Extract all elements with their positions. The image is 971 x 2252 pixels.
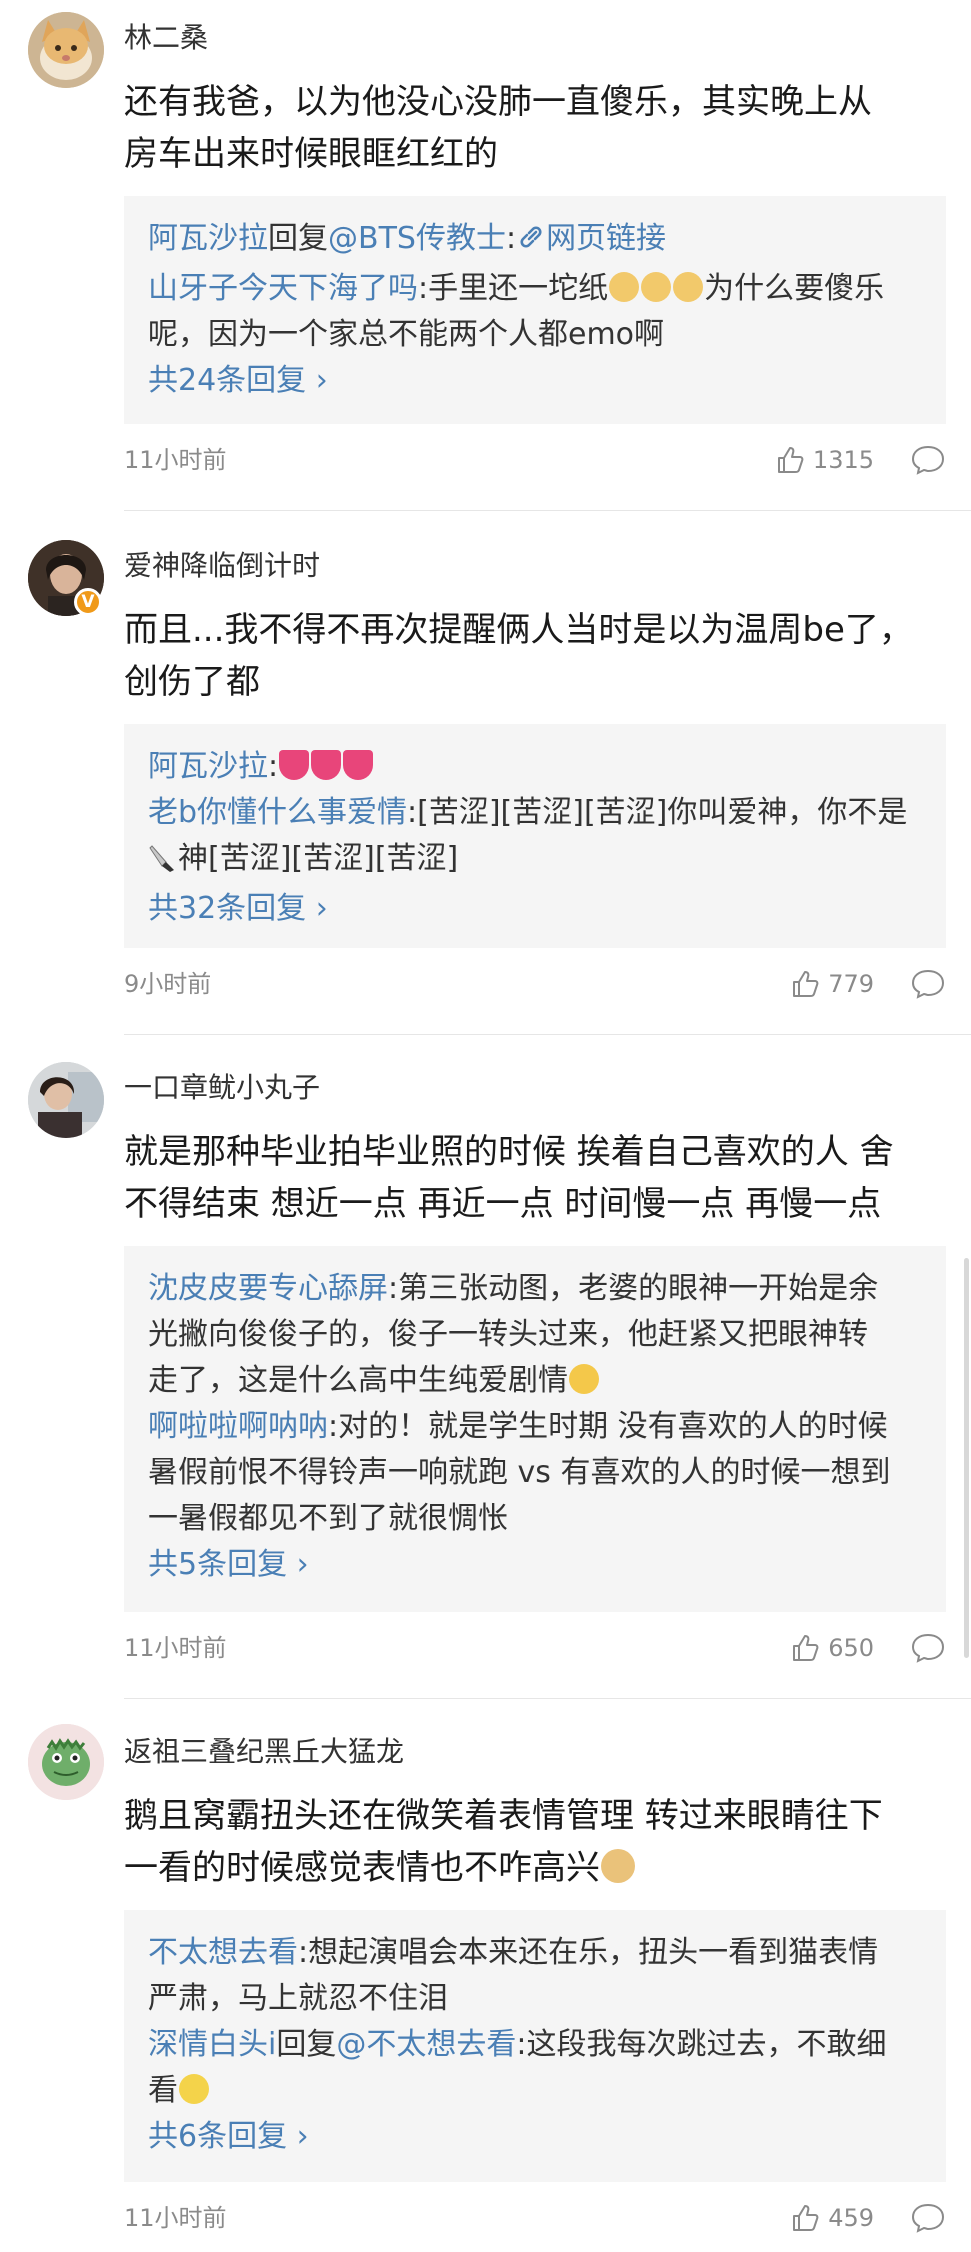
reply-item: 沈皮皮要专心舔屏:第三张动图，老婆的眼神一开始是余 — [148, 1271, 879, 1306]
reply-item-continued: 神[苦涩][苦涩][苦涩] — [148, 836, 922, 886]
reply-preview-box[interactable]: 阿瓦沙拉回复@BTS传教士: 网页链接 山牙子今天下海了吗:手里还一坨纸 为什么要… — [124, 196, 946, 424]
reply-item: 阿瓦沙拉回复@BTS传教士: 网页链接 — [148, 216, 922, 266]
like-button[interactable]: 779 — [790, 964, 874, 1004]
mention-link[interactable]: @BTS传教士 — [328, 221, 506, 256]
username[interactable]: 爱神降临倒计时 — [124, 548, 320, 584]
scrollbar[interactable] — [964, 1258, 969, 1658]
like-count: 650 — [828, 1634, 874, 1662]
comment-bubble-icon[interactable] — [910, 444, 946, 476]
reply-author[interactable]: 啊啦啦啊呐呐 — [148, 1409, 328, 1444]
broken-heart-icon — [279, 750, 310, 780]
reply-author[interactable]: 阿瓦沙拉 — [148, 221, 268, 256]
knife-icon — [148, 840, 178, 886]
dog-emoji-icon — [641, 272, 672, 302]
reply-preview-box[interactable]: 沈皮皮要专心舔屏:第三张动图，老婆的眼神一开始是余 光撇向俊俊子的，俊子一转头过… — [124, 1246, 946, 1612]
comment-bubble-icon[interactable] — [910, 1632, 946, 1664]
sad-face-icon — [179, 2074, 209, 2104]
comment-meta: 9小时前 779 — [124, 964, 946, 1004]
comment-meta: 11小时前 650 — [124, 1628, 946, 1668]
thumbs-up-icon — [793, 2205, 819, 2231]
doge-emoji-icon — [601, 1849, 635, 1883]
thumbs-up-icon — [777, 447, 804, 473]
reply-item: 深情白头i回复@不太想去看:这段我每次跳过去，不敢细 — [148, 2027, 887, 2062]
timestamp: 11小时前 — [124, 1634, 227, 1662]
avatar[interactable] — [28, 12, 104, 88]
username[interactable]: 一口章鱿小丸子 — [124, 1070, 320, 1106]
reply-item: 老b你懂什么事爱情:[苦涩][苦涩][苦涩]你叫爱神，你不是 — [148, 795, 908, 830]
reply-author[interactable]: 深情白头i — [148, 2027, 276, 2062]
verified-badge: V — [74, 588, 102, 616]
crying-face-icon — [569, 1364, 599, 1394]
reply-item-continued: 走了，这是什么高中生纯爱剧情 — [148, 1358, 922, 1404]
username[interactable]: 返祖三叠纪黑丘大猛龙 — [124, 1734, 404, 1770]
more-replies-link[interactable]: 共5条回复 › — [148, 1542, 922, 1588]
link-icon[interactable] — [516, 220, 546, 266]
broken-heart-icon — [311, 750, 342, 780]
reply-item: 阿瓦沙拉: — [148, 744, 922, 790]
like-count: 779 — [828, 970, 874, 998]
dog-emoji-icon — [609, 272, 640, 302]
comment-bubble-icon[interactable] — [910, 2202, 946, 2234]
dog-emoji-icon — [673, 272, 704, 302]
more-replies-link[interactable]: 共24条回复 › — [148, 358, 922, 404]
reply-item: 山牙子今天下海了吗:手里还一坨纸 为什么要傻乐 — [148, 271, 885, 306]
like-button[interactable]: 1315 — [775, 440, 874, 480]
like-count: 459 — [828, 2204, 874, 2232]
reply-author[interactable]: 不太想去看 — [148, 1935, 298, 1970]
thumbs-up-icon — [793, 971, 819, 997]
reply-item: 啊啦啦啊呐呐:对的！就是学生时期 没有喜欢的人的时候 — [148, 1409, 888, 1444]
like-count: 1315 — [812, 446, 874, 474]
broken-heart-icon — [343, 750, 374, 780]
reply-author[interactable]: 山牙子今天下海了吗 — [148, 271, 418, 306]
divider — [124, 1698, 971, 1699]
avatar[interactable] — [28, 1724, 104, 1800]
comment-text: 还有我爸，以为他没心没肺一直傻乐，其实晚上从 房车出来时候眼眶红红的 — [124, 82, 872, 174]
more-replies-link[interactable]: 共6条回复 › — [148, 2114, 922, 2160]
divider — [124, 510, 971, 511]
reply-item-continued: 一暑假都见不到了就很惆怅 — [148, 1501, 508, 1536]
web-link[interactable]: 网页链接 — [546, 221, 666, 256]
reply-author[interactable]: 阿瓦沙拉 — [148, 749, 268, 784]
comment-bubble-icon[interactable] — [910, 968, 946, 1000]
like-button[interactable]: 650 — [790, 1628, 874, 1668]
reply-preview-box[interactable]: 阿瓦沙拉: 老b你懂什么事爱情:[苦涩][苦涩][苦涩]你叫爱神，你不是 神[苦… — [124, 724, 946, 948]
reply-author[interactable]: 老b你懂什么事爱情 — [148, 795, 407, 830]
timestamp: 11小时前 — [124, 446, 227, 474]
comment-meta: 11小时前 1315 — [124, 440, 946, 480]
avatar[interactable] — [28, 1062, 104, 1138]
timestamp: 9小时前 — [124, 970, 212, 998]
timestamp: 11小时前 — [124, 2204, 227, 2232]
divider — [124, 1034, 971, 1035]
reply-preview-box[interactable]: 不太想去看:想起演唱会本来还在乐，扭头一看到猫表情 严肃，马上就忍不住泪 深情白… — [124, 1910, 946, 2182]
more-replies-link[interactable]: 共32条回复 › — [148, 886, 922, 932]
comment-text: 鹅且窝霸扭头还在微笑着表情管理 转过来眼睛往下 一看的时候感觉表情也不咋高兴 — [124, 1796, 883, 1888]
comment-meta: 11小时前 459 — [124, 2198, 946, 2238]
reply-item-continued: 暑假前恨不得铃声一响就跑 vs 有喜欢的人的时候一想到 — [148, 1455, 891, 1490]
like-button[interactable]: 459 — [790, 2198, 874, 2238]
username[interactable]: 林二桑 — [124, 20, 208, 56]
reply-item-continued: 看 — [148, 2068, 922, 2114]
reply-item: 不太想去看:想起演唱会本来还在乐，扭头一看到猫表情 — [148, 1935, 879, 1970]
reply-item-continued: 严肃，马上就忍不住泪 — [148, 1981, 448, 2016]
reply-item-continued: 呢，因为一个家总不能两个人都emo啊 — [148, 317, 665, 352]
thumbs-up-icon — [793, 1635, 819, 1661]
reply-item-continued: 光撇向俊俊子的，俊子一转头过来，他赶紧又把眼神转 — [148, 1317, 868, 1352]
reply-author[interactable]: 沈皮皮要专心舔屏 — [148, 1271, 388, 1306]
mention-link[interactable]: @不太想去看 — [336, 2027, 516, 2062]
comment-text: 就是那种毕业拍毕业照的时候 挨着自己喜欢的人 舍 不得结束 想近一点 再近一点 … — [124, 1132, 894, 1224]
comment-text: 而且...我不得不再次提醒俩人当时是以为温周be了， 创伤了都 — [124, 610, 913, 702]
